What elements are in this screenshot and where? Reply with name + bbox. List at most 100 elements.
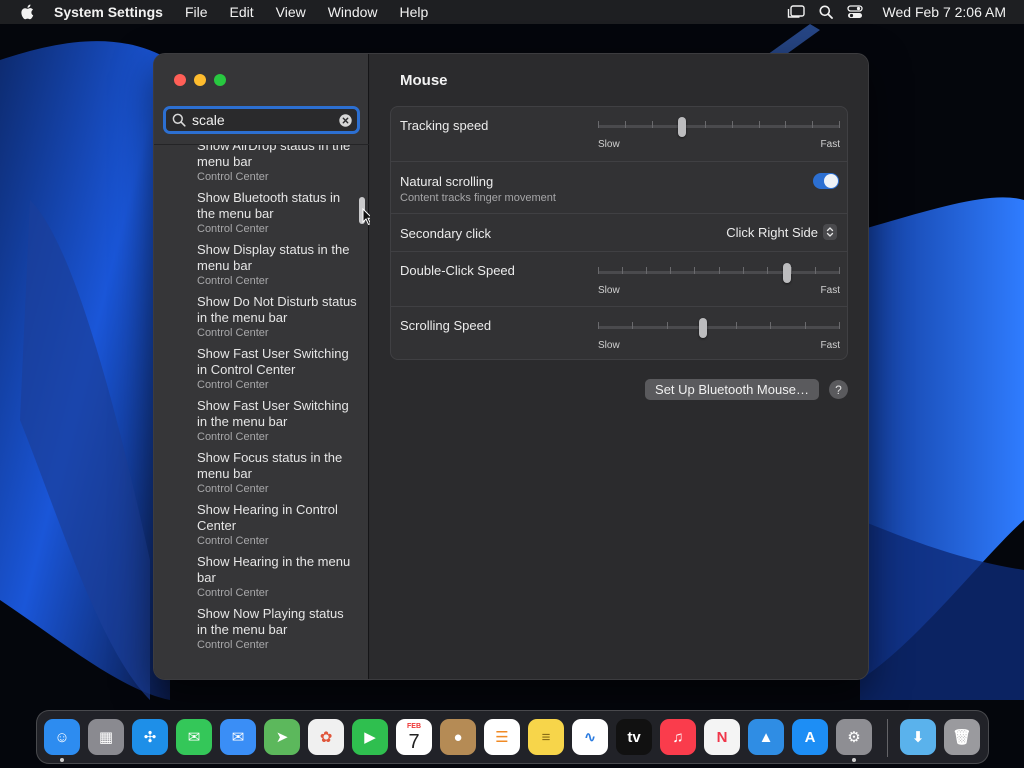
app-store-icon-glyph: A bbox=[804, 728, 816, 746]
search-result-item[interactable]: Show Fast User Switching in the menu bar… bbox=[197, 398, 357, 444]
menu-window[interactable]: Window bbox=[317, 4, 389, 20]
help-button[interactable]: ? bbox=[829, 380, 848, 399]
news-icon[interactable]: N bbox=[704, 719, 740, 755]
search-result-item[interactable]: Show Bluetooth status in the menu bar Co… bbox=[197, 190, 357, 236]
menu-clock[interactable]: Wed Feb 7 2:06 AM bbox=[883, 4, 1006, 20]
downloads-folder-icon[interactable]: ⬇ bbox=[900, 719, 936, 755]
slider-knob[interactable] bbox=[678, 117, 686, 137]
app-store-icon[interactable]: A bbox=[792, 719, 828, 755]
slider-tick bbox=[694, 267, 695, 274]
natural-scrolling-label: Natural scrolling bbox=[400, 174, 494, 189]
search-result-item[interactable]: Show Hearing in Control Center Control C… bbox=[197, 502, 357, 548]
result-title: Show Hearing in Control Center bbox=[197, 502, 338, 533]
result-title: Show Do Not Disturb status in the menu b… bbox=[197, 294, 357, 325]
result-subtitle: Control Center bbox=[197, 327, 269, 339]
menu-app-name[interactable]: System Settings bbox=[54, 4, 174, 20]
double-click-speed-slider[interactable]: Slow Fast bbox=[598, 261, 840, 297]
result-title: Show Fast User Switching in Control Cent… bbox=[197, 346, 349, 377]
menu-edit[interactable]: Edit bbox=[219, 4, 265, 20]
maps-icon-glyph: ➤ bbox=[275, 729, 289, 746]
slider-tick bbox=[632, 322, 633, 329]
slider-tick bbox=[770, 322, 771, 329]
slider-tick bbox=[598, 121, 599, 128]
apple-menu[interactable] bbox=[0, 4, 54, 20]
result-title: Show Hearing in the menu bar bbox=[197, 554, 351, 585]
natural-scrolling-toggle[interactable] bbox=[813, 173, 839, 189]
slider-tick bbox=[719, 267, 720, 274]
notes-icon[interactable]: ≡ bbox=[528, 719, 564, 755]
trash-icon[interactable]: 🗑 bbox=[944, 719, 980, 755]
sidebar-search-field[interactable] bbox=[163, 106, 360, 134]
system-settings-window: Show AirDrop status in the menu bar Cont… bbox=[154, 54, 868, 679]
music-icon[interactable]: ♫ bbox=[660, 719, 696, 755]
photos-icon[interactable]: ✿ bbox=[308, 719, 344, 755]
mail-icon-glyph: ✉ bbox=[231, 729, 245, 746]
search-result-item[interactable]: Show Hearing in the menu bar Control Cen… bbox=[197, 554, 357, 600]
control-center-icon[interactable] bbox=[846, 5, 863, 19]
search-results-list[interactable]: Show AirDrop status in the menu bar Cont… bbox=[154, 144, 369, 679]
window-minimize-button[interactable] bbox=[194, 74, 206, 86]
slider-knob[interactable] bbox=[699, 318, 707, 338]
contacts-icon[interactable]: ● bbox=[440, 719, 476, 755]
search-input[interactable] bbox=[192, 112, 332, 128]
menu-file[interactable]: File bbox=[174, 4, 219, 20]
result-subtitle: Control Center bbox=[197, 171, 269, 183]
tracking-speed-label: Tracking speed bbox=[400, 118, 489, 133]
toggle-knob bbox=[824, 174, 838, 188]
mail-icon[interactable]: ✉ bbox=[220, 719, 256, 755]
result-title: Show Focus status in the menu bar bbox=[197, 450, 343, 481]
safari-icon[interactable]: ✣ bbox=[132, 719, 168, 755]
result-title: Show Fast User Switching in the menu bar bbox=[197, 398, 349, 429]
result-title: Show Bluetooth status in the menu bar bbox=[197, 190, 341, 221]
scrolling-speed-slider[interactable]: Slow Fast bbox=[598, 316, 840, 352]
slider-tick bbox=[812, 121, 813, 128]
stage-manager-icon[interactable] bbox=[787, 5, 805, 19]
spotlight-search-icon[interactable] bbox=[819, 5, 833, 19]
photos-icon-glyph: ✿ bbox=[319, 729, 333, 746]
calendar-icon[interactable]: FEB 7 bbox=[396, 719, 432, 755]
reminders-icon[interactable]: ☰ bbox=[484, 719, 520, 755]
system-settings-icon[interactable]: ⚙ bbox=[836, 719, 872, 755]
search-icon bbox=[172, 113, 186, 127]
facetime-icon[interactable]: ▶ bbox=[352, 719, 388, 755]
popup-chevron-icon bbox=[823, 224, 837, 240]
trash-icon-glyph: 🗑 bbox=[952, 729, 972, 746]
search-result-item[interactable]: Show Focus status in the menu bar Contro… bbox=[197, 450, 357, 496]
secondary-click-row: Secondary click Click Right Side bbox=[391, 213, 847, 251]
menu-view[interactable]: View bbox=[265, 4, 317, 20]
maps-icon[interactable]: ➤ bbox=[264, 719, 300, 755]
scrolling-speed-label: Scrolling Speed bbox=[400, 318, 492, 333]
slider-tick bbox=[805, 322, 806, 329]
slider-knob[interactable] bbox=[783, 263, 791, 283]
contacts-icon-glyph: ● bbox=[453, 728, 463, 746]
launchpad-icon[interactable]: ▦ bbox=[88, 719, 124, 755]
messages-icon[interactable]: ✉ bbox=[176, 719, 212, 755]
slider-tick bbox=[705, 121, 706, 128]
calendar-month: FEB bbox=[407, 722, 421, 730]
window-close-button[interactable] bbox=[174, 74, 186, 86]
downloads-folder-icon-glyph: ⬇ bbox=[911, 729, 925, 746]
search-result-item[interactable]: Show Do Not Disturb status in the menu b… bbox=[197, 294, 357, 340]
window-zoom-button[interactable] bbox=[214, 74, 226, 86]
double-click-speed-label: Double-Click Speed bbox=[400, 263, 515, 278]
search-result-item[interactable]: Show Fast User Switching in Control Cent… bbox=[197, 346, 357, 392]
keynote-icon[interactable]: ▲ bbox=[748, 719, 784, 755]
keynote-icon-glyph: ▲ bbox=[758, 728, 774, 746]
secondary-click-popup[interactable]: Click Right Side bbox=[726, 224, 837, 240]
set-up-bluetooth-mouse-button[interactable]: Set Up Bluetooth Mouse… bbox=[645, 379, 819, 400]
search-result-item[interactable]: Show Display status in the menu bar Cont… bbox=[197, 242, 357, 288]
slider-tick bbox=[625, 121, 626, 128]
freeform-icon[interactable]: ∿ bbox=[572, 719, 608, 755]
finder-icon[interactable]: ☺ bbox=[44, 719, 80, 755]
search-result-item[interactable]: Show AirDrop status in the menu bar Cont… bbox=[197, 145, 357, 184]
result-subtitle: Control Center bbox=[197, 639, 269, 651]
menu-help[interactable]: Help bbox=[389, 4, 440, 20]
slider-max-label: Fast bbox=[820, 285, 840, 296]
search-result-item[interactable]: Show Now Playing status in the menu bar … bbox=[197, 606, 357, 652]
clear-search-icon[interactable] bbox=[339, 114, 352, 127]
slider-tick bbox=[759, 121, 760, 128]
news-icon-glyph: N bbox=[716, 728, 728, 746]
tv-icon[interactable]: tv bbox=[616, 719, 652, 755]
tracking-speed-slider[interactable]: Slow Fast bbox=[598, 115, 840, 151]
finder-icon-glyph: ☺ bbox=[54, 728, 70, 746]
